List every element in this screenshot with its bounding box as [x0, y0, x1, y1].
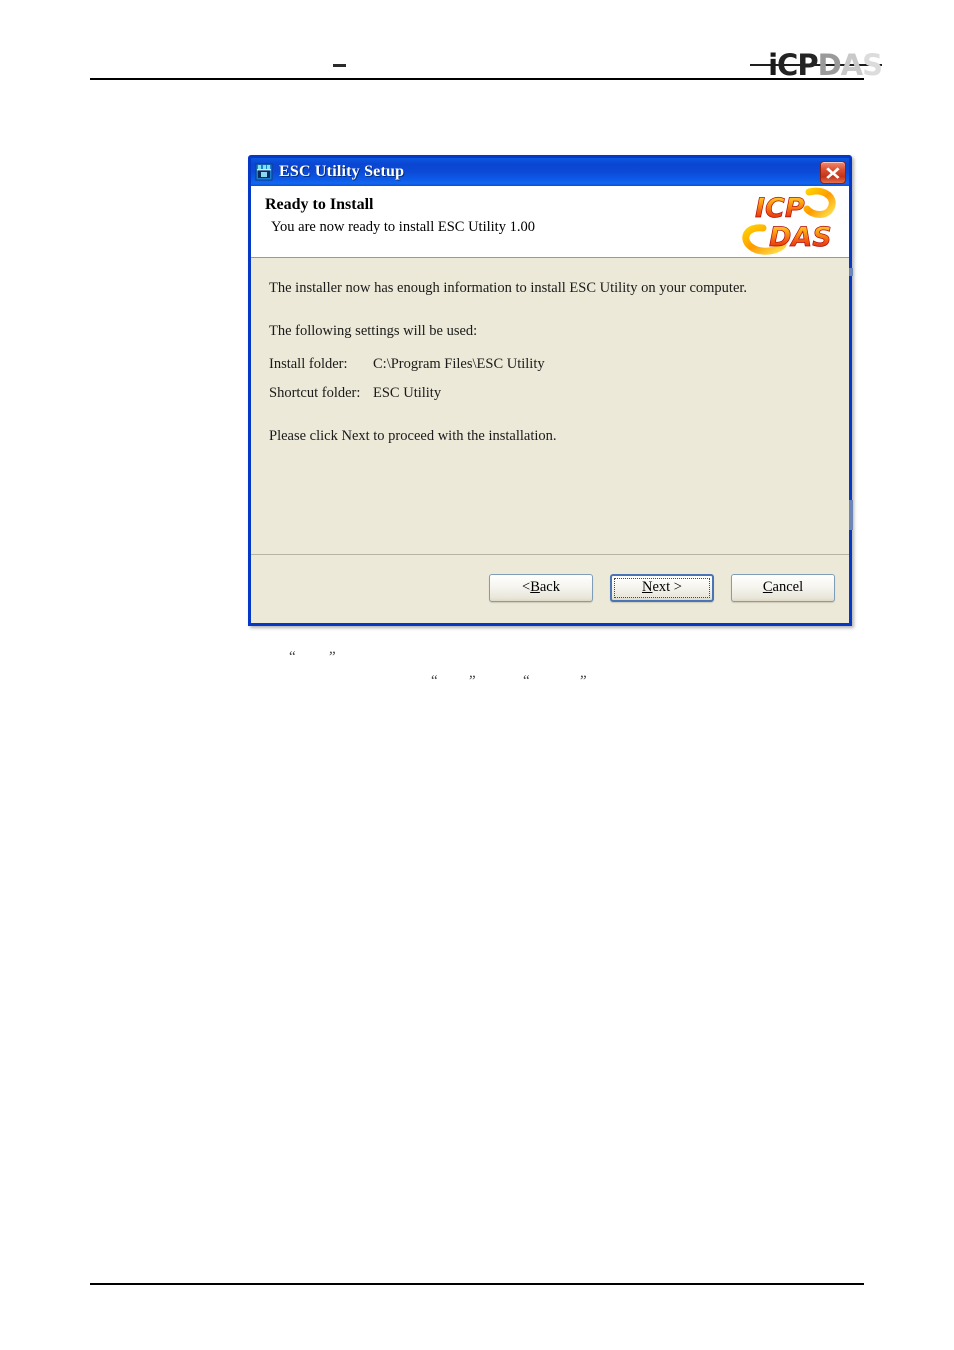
- background-window-sliver-1: [849, 268, 853, 276]
- logo-part-i: i: [768, 48, 778, 82]
- dialog-title: ESC Utility Setup: [279, 163, 405, 180]
- caption-quote-close-3: ”: [580, 673, 587, 689]
- install-folder-label: Install folder:: [269, 356, 348, 372]
- logo-part-cp: CP: [777, 48, 819, 82]
- caption-quote-open-1: “: [289, 649, 296, 665]
- document-header-logo: iCPDAS: [750, 48, 883, 82]
- next-button-accel: N: [641, 579, 653, 595]
- setup-installer-icon: [255, 163, 273, 181]
- background-window-sliver-2: [849, 500, 853, 530]
- esc-utility-setup-dialog: ESC Utility Setup Ready to Install You a…: [248, 155, 852, 626]
- install-folder-value: C:\Program Files\ESC Utility: [373, 356, 545, 372]
- caption-quote-close-2: ”: [469, 673, 476, 689]
- page-footer-rule: [90, 1283, 864, 1285]
- svg-text:ICP: ICP: [755, 193, 805, 224]
- cancel-button-accel: C: [762, 579, 773, 595]
- setting-row-install-folder: Install folder: C:\Program Files\ESC Uti…: [269, 356, 849, 373]
- cancel-button-post: ancel: [772, 579, 804, 595]
- body-intro-text: The installer now has enough information…: [269, 280, 748, 296]
- shortcut-folder-label: Shortcut folder:: [269, 385, 361, 401]
- header-dash-mark: [333, 64, 346, 67]
- page-header-rule: [90, 78, 864, 80]
- back-button-pre: <: [522, 579, 531, 595]
- setting-row-shortcut-folder: Shortcut folder: ESC Utility: [269, 385, 849, 402]
- back-button-accel: B: [530, 579, 540, 595]
- dialog-header-panel: Ready to Install You are now ready to in…: [251, 186, 849, 258]
- settings-heading: The following settings will be used:: [269, 323, 478, 339]
- page-header: iCPDAS: [0, 0, 954, 90]
- logo-part-a: A: [840, 48, 863, 82]
- cancel-button[interactable]: Cancel: [731, 573, 835, 602]
- icpdas-flame-logo: ICP DAS: [737, 186, 841, 257]
- dialog-body: The installer now has enough information…: [251, 258, 849, 555]
- caption-quote-close-1: ”: [329, 649, 336, 665]
- dialog-button-bar: < Back Next > Cancel: [251, 555, 849, 620]
- next-button[interactable]: Next >: [610, 573, 714, 602]
- dialog-titlebar[interactable]: ESC Utility Setup: [251, 158, 849, 186]
- back-button-post: ack: [539, 579, 560, 595]
- logo-part-s: S: [862, 48, 883, 82]
- shortcut-folder-value: ESC Utility: [373, 385, 442, 401]
- logo-part-d: D: [817, 48, 842, 82]
- close-icon[interactable]: [820, 160, 846, 184]
- next-button-post: ext >: [652, 579, 682, 595]
- caption-quote-open-3: “: [523, 673, 530, 689]
- caption-quote-open-2: “: [431, 673, 438, 689]
- back-button[interactable]: < Back: [489, 573, 593, 602]
- logo-text: iCPDAS: [768, 48, 883, 82]
- svg-text:DAS: DAS: [769, 222, 832, 253]
- body-outro-text: Please click Next to proceed with the in…: [269, 428, 557, 444]
